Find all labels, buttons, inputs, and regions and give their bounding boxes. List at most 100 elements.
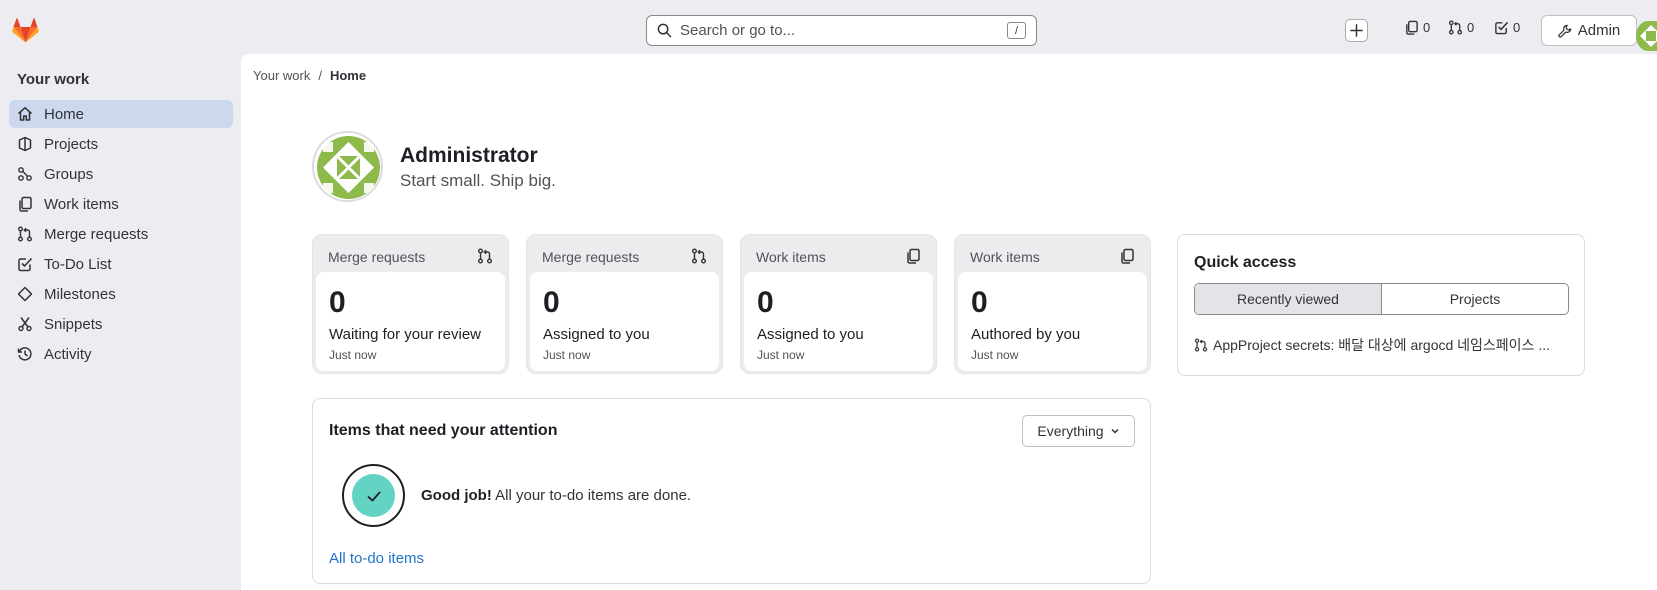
tab-projects[interactable]: Projects [1382, 284, 1568, 314]
sidebar-item-label: To-Do List [44, 255, 112, 273]
sidebar-item-home[interactable]: Home [9, 100, 233, 128]
todos-done-bold: Good job! [421, 487, 492, 504]
attention-filter-value: Everything [1037, 423, 1104, 439]
work-items-icon [907, 248, 920, 264]
stat-timestamp: Just now [329, 348, 377, 362]
todo-icon [18, 257, 33, 272]
search-shortcut-hint: / [1007, 22, 1026, 39]
stat-value: 0 [757, 286, 774, 319]
breadcrumb: Your work / Home [253, 68, 366, 83]
profile-name: Administrator [400, 144, 538, 167]
tab-recently-viewed[interactable]: Recently viewed [1195, 284, 1382, 314]
quick-access-title: Quick access [1194, 254, 1297, 271]
profile-tagline: Start small. Ship big. [400, 171, 556, 190]
sidebar-item-merge-requests[interactable]: Merge requests [9, 220, 233, 248]
group-icon [18, 167, 32, 181]
attention-title: Items that need your attention [329, 422, 558, 439]
success-badge [342, 464, 405, 527]
sidebar: Your work Home Projects Groups Work item… [0, 54, 240, 590]
wrench-icon [1558, 24, 1572, 38]
stat-timestamp: Just now [971, 348, 1019, 362]
breadcrumb-separator: / [318, 68, 322, 83]
merge-requests-counter-button[interactable]: 0 [1448, 20, 1474, 35]
sidebar-item-label: Work items [44, 195, 119, 213]
stat-card-work-items-assigned[interactable]: Work items 0 Assigned to you Just now [740, 234, 937, 374]
merge-requests-count: 0 [1467, 20, 1475, 35]
sidebar-item-snippets[interactable]: Snippets [9, 310, 233, 338]
admin-label: Admin [1577, 22, 1621, 39]
stat-card-header: Work items [756, 249, 826, 265]
sidebar-item-label: Milestones [44, 285, 116, 303]
history-icon [17, 347, 32, 361]
attention-panel: Items that need your attention Everythin… [312, 398, 1151, 584]
sidebar-item-work-items[interactable]: Work items [9, 190, 233, 218]
sidebar-title: Your work [17, 71, 90, 88]
work-items-icon [1121, 248, 1134, 264]
check-icon [366, 490, 381, 502]
admin-area-button[interactable]: Admin [1541, 15, 1637, 46]
sidebar-item-label: Snippets [44, 315, 103, 333]
issues-counter-button[interactable]: 0 [1404, 20, 1430, 35]
todos-done-text: All your to-do items are done. [495, 487, 692, 504]
stat-card-header: Merge requests [542, 249, 640, 265]
sidebar-item-groups[interactable]: Groups [9, 160, 233, 188]
quick-access-panel: Quick access Recently viewed Projects Ap… [1177, 234, 1585, 376]
plus-icon [1350, 24, 1363, 37]
attention-filter-dropdown[interactable]: Everything [1022, 415, 1135, 447]
stat-value: 0 [543, 286, 560, 319]
all-todo-items-link[interactable]: All to-do items [329, 550, 424, 567]
stat-label: Assigned to you [543, 326, 650, 343]
quick-access-tabs: Recently viewed Projects [1194, 283, 1569, 315]
main-content: Your work / Home Administrator Start sma… [241, 54, 1657, 590]
stat-value: 0 [329, 286, 346, 319]
todos-done-message: Good job! All your to-do items are done. [421, 487, 691, 504]
sidebar-item-milestones[interactable]: Milestones [9, 280, 233, 308]
create-new-button[interactable] [1345, 19, 1368, 42]
todos-count: 0 [1513, 20, 1521, 35]
stat-card-header: Work items [970, 249, 1040, 265]
sidebar-item-label: Projects [44, 135, 99, 153]
stat-timestamp: Just now [757, 348, 805, 362]
merge-request-icon [692, 248, 706, 264]
sidebar-item-activity[interactable]: Activity [9, 340, 233, 368]
stat-timestamp: Just now [543, 348, 591, 362]
merge-request-icon [18, 226, 32, 242]
profile-avatar[interactable] [312, 131, 383, 202]
sidebar-item-label: Merge requests [44, 225, 149, 243]
recent-item[interactable]: AppProject secrets: 배달 대상에 argocd 네임스페이스… [1194, 335, 1550, 355]
stat-card-mr-review[interactable]: Merge requests 0 Waiting for your review… [312, 234, 509, 374]
merge-request-icon [478, 248, 492, 264]
milestone-icon [17, 286, 33, 302]
stat-label: Authored by you [971, 326, 1081, 343]
breadcrumb-current[interactable]: Home [330, 68, 366, 83]
sidebar-item-todo-list[interactable]: To-Do List [9, 250, 233, 278]
stat-card-mr-assigned[interactable]: Merge requests 0 Assigned to you Just no… [526, 234, 723, 374]
sidebar-item-label: Home [44, 105, 85, 123]
todos-counter-button[interactable]: 0 [1494, 20, 1520, 35]
merge-request-icon [1194, 338, 1208, 352]
stat-label: Assigned to you [757, 326, 864, 343]
todo-icon [1495, 21, 1509, 35]
search-placeholder: Search or go to... [680, 22, 796, 39]
project-icon [18, 136, 32, 152]
merge-request-icon [1448, 20, 1463, 35]
gitlab-logo-icon[interactable] [12, 18, 39, 43]
work-items-icon [1406, 20, 1418, 35]
search-icon [657, 23, 672, 38]
stat-card-header: Merge requests [328, 249, 426, 265]
recent-item-label: AppProject secrets: 배달 대상에 argocd 네임스페이스… [1213, 337, 1550, 353]
user-avatar[interactable] [1636, 21, 1657, 51]
sidebar-item-label: Activity [44, 345, 92, 363]
stat-label: Waiting for your review [329, 326, 481, 343]
search-input[interactable]: Search or go to... / [646, 15, 1037, 46]
home-icon [18, 107, 32, 121]
breadcrumb-parent-link[interactable]: Your work [253, 68, 310, 83]
issues-count: 0 [1423, 20, 1431, 35]
stat-card-work-items-authored[interactable]: Work items 0 Authored by you Just now [954, 234, 1151, 374]
sidebar-item-projects[interactable]: Projects [9, 130, 233, 158]
top-bar: Search or go to... / 0 0 0 Admin [0, 7, 1657, 54]
snippet-icon [18, 317, 32, 332]
sidebar-item-label: Groups [44, 165, 94, 183]
work-items-icon [19, 196, 32, 212]
stat-value: 0 [971, 286, 988, 319]
